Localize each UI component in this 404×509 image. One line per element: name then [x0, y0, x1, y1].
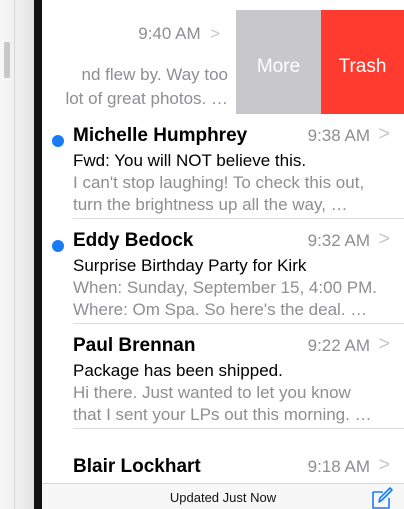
message-time: 9:22 AM [307, 336, 370, 355]
message-time: 9:32 AM [307, 231, 370, 250]
swiped-message-row[interactable]: 9:40 AM > nd flew by. Way too lot of gre… [42, 10, 404, 114]
preview-line: turn the brightness up all the way, … [73, 195, 348, 214]
preview-line: that I sent your LPs out this morning. … [73, 405, 372, 424]
message-subject: Package has been shipped. [73, 361, 283, 380]
device-bezel [0, 0, 34, 509]
unread-dot-icon [52, 240, 64, 252]
sender-name: Michelle Humphrey [73, 125, 248, 146]
sender-name: Eddy Bedock [73, 230, 194, 251]
preview-line: Hi there. Just wanted to let you know [73, 383, 351, 402]
compose-icon[interactable] [370, 486, 394, 509]
preview-line: When: Sunday, September 15, 4:00 PM. [73, 278, 377, 297]
message-preview: Hi there. Just wanted to let you know th… [73, 382, 372, 426]
chevron-right-icon: > [378, 123, 390, 145]
message-row[interactable]: Michelle Humphrey 9:38 AM > Fwd: You wil… [42, 114, 404, 219]
message-preview: nd flew by. Way too lot of great photos.… [42, 63, 228, 111]
message-row[interactable]: Eddy Bedock 9:32 AM > Surprise Birthday … [42, 219, 404, 324]
chevron-right-icon: > [378, 333, 390, 355]
message-row[interactable]: Paul Brennan 9:22 AM > Package has been … [42, 324, 404, 429]
preview-line: nd flew by. Way too [81, 65, 228, 84]
update-status: Updated Just Now [169, 490, 277, 505]
preview-line: lot of great photos. … [65, 89, 228, 108]
message-time: 9:38 AM [307, 126, 370, 145]
message-preview: When: Sunday, September 15, 4:00 PM. Whe… [73, 277, 377, 321]
preview-line: I can't stop laughing! To check this out… [73, 173, 365, 192]
unread-dot-icon [52, 135, 64, 147]
message-subject: Fwd: You will NOT believe this. [73, 151, 307, 170]
screen-frame [34, 0, 42, 509]
message-row[interactable]: Blair Lockhart 9:18 AM > [42, 447, 404, 483]
message-time: 9:18 AM [307, 457, 370, 476]
chevron-right-icon: > [210, 24, 220, 43]
sender-name: Paul Brennan [73, 335, 196, 356]
swiped-message-content[interactable]: 9:40 AM > nd flew by. Way too lot of gre… [42, 10, 236, 114]
mail-inbox-screen: 9:40 AM > nd flew by. Way too lot of gre… [42, 0, 404, 509]
volume-button [4, 42, 10, 78]
bottom-toolbar: Updated Just Now [42, 483, 404, 509]
message-time: 9:40 AM > [138, 24, 220, 43]
message-subject: Surprise Birthday Party for Kirk [73, 256, 307, 275]
chevron-right-icon: > [378, 454, 390, 476]
bezel-groove [14, 0, 15, 509]
chevron-right-icon: > [378, 228, 390, 250]
more-button[interactable]: More [236, 10, 321, 114]
preview-line: Where: Om Spa. So here's the deal. … [73, 300, 368, 319]
top-strip [42, 0, 404, 10]
message-preview: I can't stop laughing! To check this out… [73, 172, 364, 216]
row-separator [73, 428, 404, 429]
trash-button[interactable]: Trash [321, 10, 404, 114]
sender-name: Blair Lockhart [73, 456, 201, 477]
